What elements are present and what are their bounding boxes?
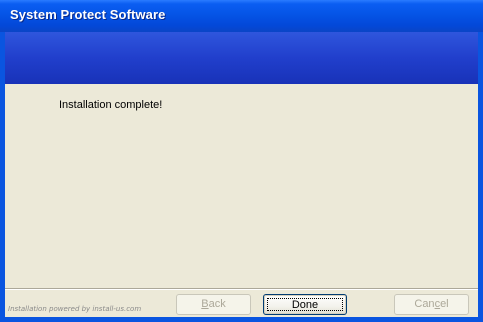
done-button[interactable]: Done xyxy=(263,294,347,315)
header-banner xyxy=(5,32,478,84)
cancel-button[interactable]: Cancel xyxy=(394,294,469,315)
footer-divider xyxy=(5,288,478,290)
powered-by-text: Installation powered by install-us.com xyxy=(8,305,142,313)
done-button-label: Done xyxy=(267,298,343,311)
window-title: System Protect Software xyxy=(10,7,166,22)
cancel-button-pre: Can xyxy=(414,298,435,310)
back-button[interactable]: Back xyxy=(176,294,251,315)
client-area: Installation complete! Installation powe… xyxy=(5,84,478,317)
title-bar[interactable]: System Protect Software xyxy=(0,0,483,32)
installer-window: System Protect Software Installation com… xyxy=(0,0,483,322)
completion-message: Installation complete! xyxy=(59,99,163,111)
cancel-button-rest: el xyxy=(440,298,449,310)
back-button-accel: B xyxy=(201,298,209,310)
back-button-label: ack xyxy=(208,298,226,310)
